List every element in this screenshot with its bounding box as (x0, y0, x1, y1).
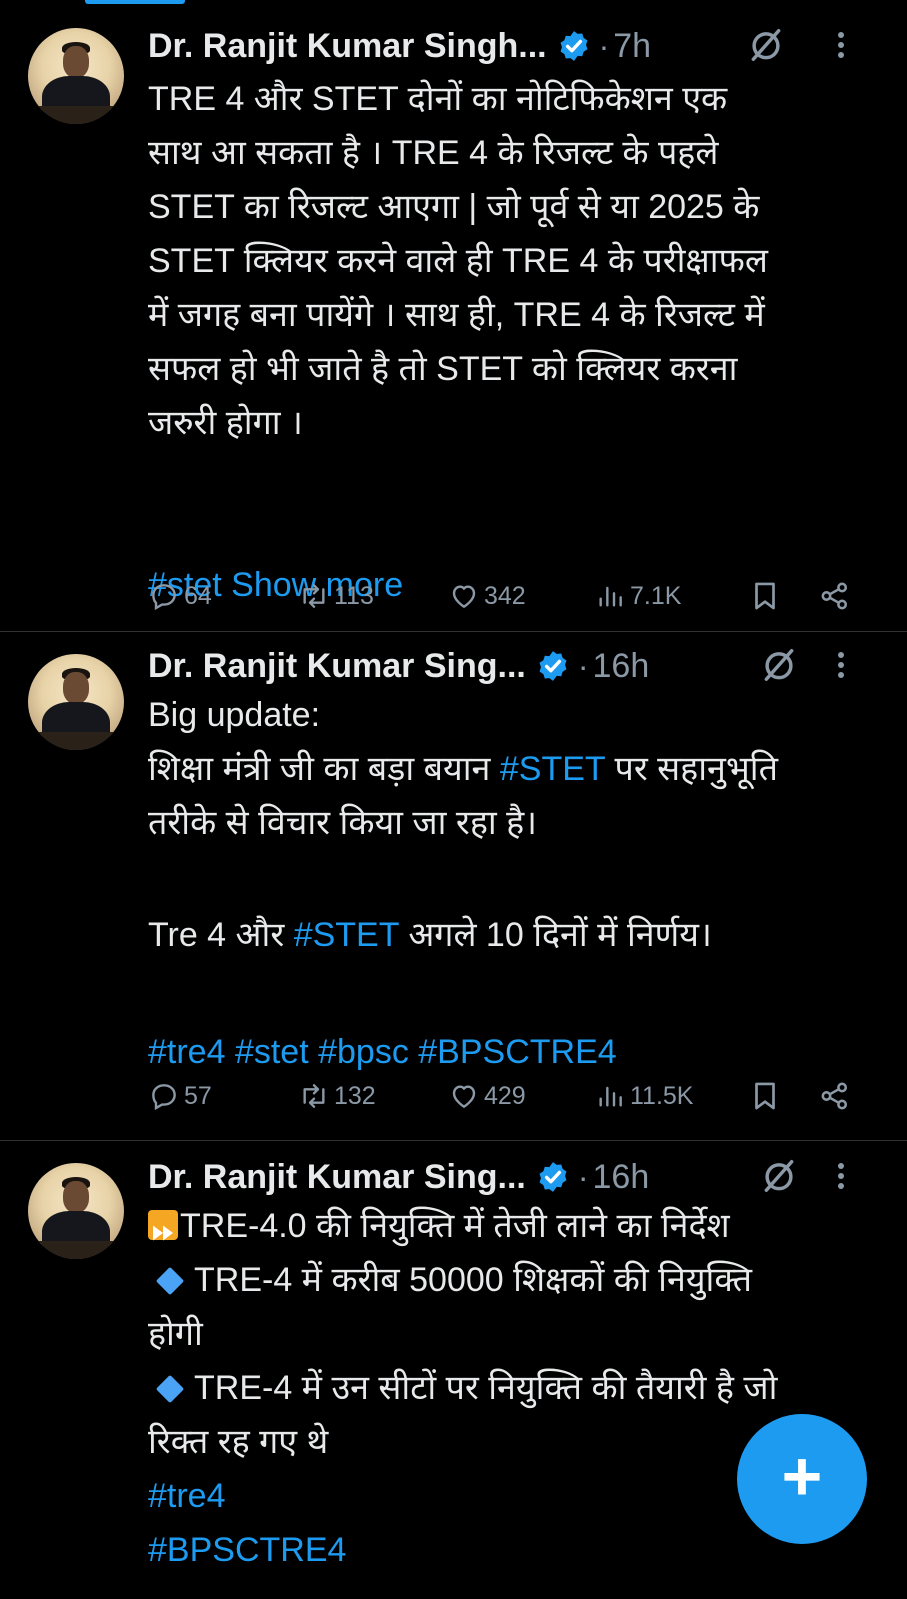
like-count: 429 (484, 1081, 526, 1110)
reply-button[interactable]: 64 (148, 576, 212, 616)
views-button[interactable]: 11.5K (594, 1076, 693, 1116)
verified-badge-icon (539, 651, 567, 681)
tweet-text: TRE 4 और STET दोनों का नोटिफिकेशन एक साथ… (148, 72, 863, 612)
repost-button[interactable]: 113 (298, 576, 374, 616)
text-line: तरीके से विचार किया जा रहा है। (148, 804, 538, 842)
like-button[interactable]: 429 (448, 1076, 526, 1116)
blue-diamond-icon (155, 1266, 185, 1296)
share-icon (821, 1082, 848, 1110)
action-bar: 64 113 342 7.1K (148, 576, 858, 616)
reply-count: 57 (184, 1081, 212, 1110)
hashtag-links[interactable]: #tre4 #stet #bpsc #BPSCTRE4 (148, 1033, 617, 1071)
blue-diamond-icon (155, 1374, 185, 1404)
views-count: 7.1K (630, 581, 682, 610)
text-line: Big update: (148, 696, 321, 734)
timestamp[interactable]: 7h (613, 27, 651, 66)
bookmark-button[interactable] (748, 576, 786, 616)
repost-icon (303, 584, 325, 608)
more-icon[interactable] (836, 1159, 846, 1193)
bookmark-button[interactable] (748, 1076, 786, 1116)
plus-icon: + (781, 1437, 823, 1515)
grok-icon[interactable] (747, 26, 785, 64)
hashtags-line: #tre4 #stet #bpsc #BPSCTRE4 (148, 1012, 863, 1071)
timestamp[interactable]: 16h (593, 1158, 650, 1197)
tweet-2[interactable]: Dr. Ranjit Kumar Sing... · 16h Big updat… (0, 632, 907, 1141)
tweet-1[interactable]: Dr. Ranjit Kumar Singh... · 7h TRE 4 और … (0, 0, 907, 632)
avatar[interactable] (28, 654, 124, 750)
text-line: STET का रिजल्ट आएगा | जो पूर्व से या 202… (148, 188, 760, 226)
reply-icon (152, 584, 176, 611)
compose-button[interactable]: + (737, 1414, 867, 1544)
timestamp[interactable]: 16h (593, 647, 650, 686)
verified-badge-icon (539, 1162, 567, 1192)
repost-count: 132 (334, 1081, 376, 1110)
repost-button[interactable]: 132 (298, 1076, 376, 1116)
hashtag-link[interactable]: #STET (294, 916, 399, 954)
tweet-header: Dr. Ranjit Kumar Singh... · 7h (148, 24, 651, 68)
tweet-header: Dr. Ranjit Kumar Sing... · 16h (148, 1155, 649, 1199)
hashtag-link[interactable]: #BPSCTRE4 (148, 1531, 346, 1569)
bookmark-icon (755, 1082, 775, 1110)
share-button[interactable] (818, 576, 856, 616)
text-line: शिक्षा मंत्री जी का बड़ा बयान #STET पर स… (148, 750, 778, 788)
action-bar: 57 132 429 11.5K (148, 1076, 858, 1116)
separator-dot: · (598, 27, 610, 64)
more-icon[interactable] (836, 28, 846, 62)
author-name[interactable]: Dr. Ranjit Kumar Sing... (148, 1158, 526, 1197)
like-icon (452, 1085, 476, 1108)
grok-icon[interactable] (760, 1157, 798, 1195)
repost-count: 113 (334, 581, 374, 610)
avatar[interactable] (28, 1163, 124, 1259)
avatar[interactable] (28, 28, 124, 124)
tweet-text: Big update: शिक्षा मंत्री जी का बड़ा बया… (148, 688, 863, 1071)
bookmark-icon (755, 582, 775, 610)
text-line: सफल हो भी जाते है तो STET को क्लियर करना (148, 350, 738, 388)
views-icon (599, 1086, 622, 1107)
text-line: Tre 4 और #STET अगले 10 दिनों में निर्णय। (148, 916, 712, 954)
share-button[interactable] (818, 1076, 856, 1116)
text-line: TRE-4 में उन सीटों पर नियुक्ति की तैयारी… (148, 1361, 863, 1415)
views-icon (599, 586, 622, 607)
text-line: होगी (148, 1315, 203, 1353)
text-line: TRE 4 और STET दोनों का नोटिफिकेशन एक (148, 80, 728, 118)
verified-badge-icon (560, 31, 588, 61)
tweet-header: Dr. Ranjit Kumar Sing... · 16h (148, 644, 649, 688)
text-line: साथ आ सकता है । TRE 4 के रिजल्ट के पहले (148, 134, 719, 172)
repost-icon (303, 1084, 325, 1108)
text-line: STET क्लियर करने वाले ही TRE 4 के परीक्ष… (148, 242, 768, 280)
more-icon[interactable] (836, 648, 846, 682)
like-button[interactable]: 342 (448, 576, 526, 616)
hashtag-link[interactable]: #tre4 (148, 1477, 226, 1515)
reply-button[interactable]: 57 (148, 1076, 212, 1116)
text-line: TRE-4.0 की नियुक्ति में तेजी लाने का निर… (148, 1199, 863, 1253)
reply-icon (152, 1084, 176, 1111)
grok-icon[interactable] (760, 646, 798, 684)
hashtag-link[interactable]: #STET (500, 750, 605, 788)
author-name[interactable]: Dr. Ranjit Kumar Singh... (148, 27, 547, 66)
author-name[interactable]: Dr. Ranjit Kumar Sing... (148, 647, 526, 686)
separator-dot: · (577, 647, 589, 684)
like-count: 342 (484, 581, 526, 610)
separator-dot: · (577, 1158, 589, 1195)
views-button[interactable]: 7.1K (594, 576, 681, 616)
like-icon (452, 585, 476, 608)
reply-count: 64 (184, 581, 212, 610)
views-count: 11.5K (630, 1081, 694, 1110)
text-line: TRE-4 में करीब 50000 शिक्षकों की नियुक्त… (148, 1253, 863, 1307)
share-icon (821, 582, 848, 610)
fast-forward-emoji-icon (148, 1210, 178, 1241)
text-line: में जगह बना पायेंगे । साथ ही, TRE 4 के र… (148, 296, 765, 334)
text-line: जरुरी होगा । (148, 404, 303, 442)
